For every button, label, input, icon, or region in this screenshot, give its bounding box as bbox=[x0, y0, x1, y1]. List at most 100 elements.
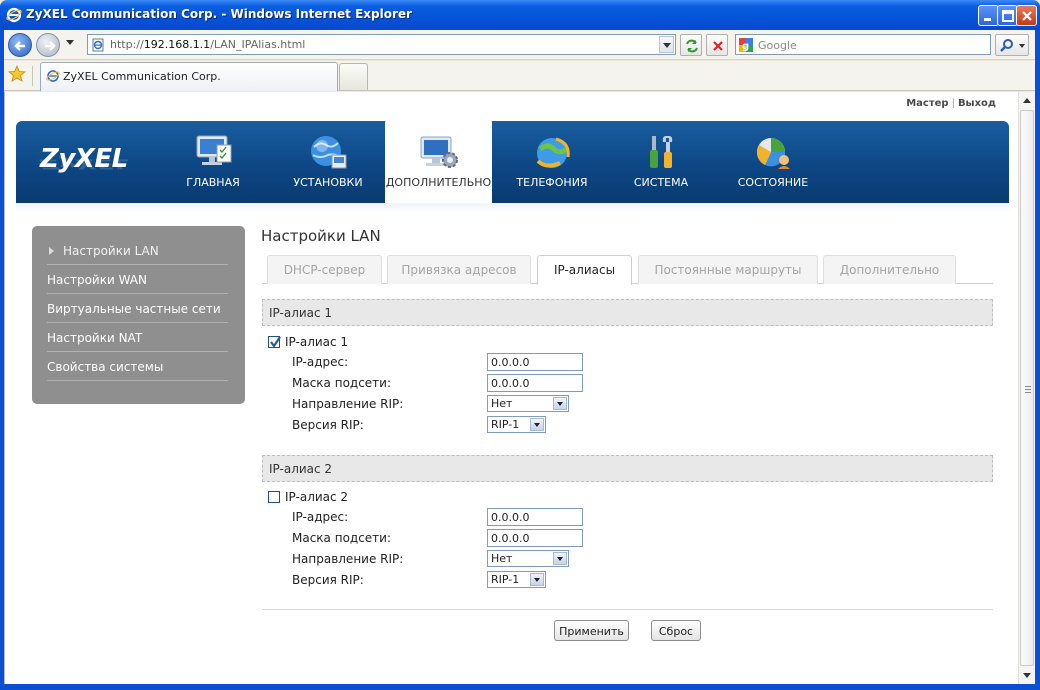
back-button[interactable] bbox=[8, 33, 32, 57]
sidebar-item-system[interactable]: Свойства системы bbox=[47, 352, 228, 381]
ip-alias-1-enable-label: IP-алиас 1 bbox=[285, 335, 349, 349]
sidebar-item-lan[interactable]: Настройки LAN bbox=[47, 236, 228, 265]
select-value: RIP-1 bbox=[491, 573, 520, 586]
nav-telephony[interactable]: ТЕЛЕФОНИЯ bbox=[511, 121, 593, 203]
browser-tab-title: ZyXEL Communication Corp. bbox=[63, 70, 221, 83]
sidebar-item-label: Настройки NAT bbox=[47, 331, 143, 345]
router-header: ZyXEL ZyXEL ГЛАВНАЯ УСТАНОВКИ ДОПОЛНИТЕЛ… bbox=[16, 117, 1009, 216]
page-icon bbox=[92, 38, 104, 52]
select-value: Нет bbox=[491, 552, 513, 565]
search-button[interactable] bbox=[995, 34, 1029, 56]
address-bar[interactable]: http://192.168.1.1/LAN_IPAlias.html bbox=[87, 34, 676, 55]
favorites-star-icon[interactable] bbox=[8, 65, 26, 83]
tab-static-routes[interactable]: Постоянные маршруты bbox=[638, 255, 818, 284]
nav-home[interactable]: ГЛАВНАЯ bbox=[177, 121, 249, 203]
chevron-down-icon bbox=[530, 418, 544, 431]
nav-advanced-label: ДОПОЛНИТЕЛЬНО bbox=[385, 176, 492, 189]
browser-navbar: http://192.168.1.1/LAN_IPAlias.html g Go… bbox=[0, 30, 1040, 60]
logout-link[interactable]: Выход bbox=[958, 98, 996, 109]
ip-alias-2-rip-version-select[interactable]: RIP-1 bbox=[487, 571, 546, 588]
refresh-button[interactable] bbox=[680, 34, 702, 56]
nav-system[interactable]: СИСТЕМА bbox=[628, 121, 694, 203]
ip-alias-2-enable-label: IP-алиас 2 bbox=[285, 490, 349, 504]
ie-logo-icon bbox=[6, 7, 22, 23]
section-title: IP-алиас 1 bbox=[269, 306, 333, 320]
ip-alias-1-rip-direction-select[interactable]: Нет bbox=[487, 395, 569, 412]
stop-button[interactable] bbox=[706, 34, 728, 56]
browser-tab[interactable]: ZyXEL Communication Corp. bbox=[40, 62, 338, 91]
zyxel-logo-reflection: ZyXEL bbox=[40, 156, 131, 171]
window-titlebar: ZyXEL Communication Corp. - Windows Inte… bbox=[0, 0, 1040, 30]
sidebar-item-wan[interactable]: Настройки WAN bbox=[47, 265, 228, 294]
ip-alias-2-mask-input[interactable] bbox=[487, 529, 583, 547]
forward-button[interactable] bbox=[36, 33, 60, 57]
sidebar-item-vpn[interactable]: Виртуальные частные сети bbox=[47, 294, 228, 323]
sidebar-item-label: Настройки WAN bbox=[47, 273, 147, 287]
window-frame-right bbox=[1035, 30, 1040, 684]
wizard-link[interactable]: Мастер bbox=[906, 98, 948, 109]
scroll-grip-icon bbox=[1025, 386, 1031, 393]
page-viewport: Мастер | Выход ZyXEL ZyXEL ГЛАВНАЯ УСТАН… bbox=[4, 92, 1018, 684]
rip-version-label: Версия RIP: bbox=[292, 418, 364, 432]
google-icon: g bbox=[739, 38, 753, 52]
sidebar-item-nat[interactable]: Настройки NAT bbox=[47, 323, 228, 352]
select-value: RIP-1 bbox=[491, 418, 520, 431]
pie-chart-icon bbox=[756, 138, 790, 169]
refresh-icon bbox=[686, 39, 698, 53]
form-divider bbox=[262, 609, 993, 610]
nav-status-label: СОСТОЯНИЕ bbox=[737, 176, 809, 189]
maximize-button[interactable] bbox=[997, 5, 1018, 26]
sidebar-item-label: Виртуальные частные сети bbox=[47, 302, 221, 316]
window-frame-bottom bbox=[0, 684, 1040, 690]
search-placeholder: Google bbox=[758, 39, 797, 52]
tab-address-binding[interactable]: Привязка адресов bbox=[387, 255, 531, 284]
minimize-icon bbox=[984, 18, 991, 21]
maximize-icon bbox=[1002, 10, 1014, 22]
search-options-dropdown-icon[interactable] bbox=[1019, 44, 1025, 48]
nav-telephony-label: ТЕЛЕФОНИЯ bbox=[516, 176, 588, 189]
ip-alias-1-section: IP-алиас 1 bbox=[262, 299, 993, 326]
history-dropdown-icon[interactable] bbox=[66, 40, 74, 45]
close-icon bbox=[1022, 11, 1032, 21]
minimize-button[interactable] bbox=[978, 5, 999, 26]
subnet-mask-label: Маска подсети: bbox=[292, 531, 392, 545]
browser-tabbar: ZyXEL Communication Corp. bbox=[0, 61, 1040, 91]
monitor-icon bbox=[196, 135, 232, 165]
close-button[interactable] bbox=[1016, 5, 1037, 26]
top-links-separator: | bbox=[951, 98, 955, 109]
window-title: ZyXEL Communication Corp. - Windows Inte… bbox=[26, 7, 412, 21]
rip-version-label: Версия RIP: bbox=[292, 573, 364, 587]
apply-button[interactable]: Применить bbox=[554, 620, 629, 641]
ip-alias-2-rip-direction-select[interactable]: Нет bbox=[487, 550, 569, 567]
reset-button[interactable]: Сброс bbox=[651, 620, 701, 641]
page-title: Настройки LAN bbox=[261, 227, 381, 245]
scroll-up-icon[interactable] bbox=[1023, 98, 1031, 103]
tab-dhcp-server[interactable]: DHCP-сервер bbox=[267, 255, 382, 284]
settings-tabs: DHCP-сервер Привязка адресов IP-алиасы П… bbox=[262, 255, 993, 285]
nav-status[interactable]: СОСТОЯНИЕ bbox=[731, 121, 815, 203]
tab-ip-aliases[interactable]: IP-алиасы bbox=[537, 255, 632, 285]
ip-alias-1-ip-input[interactable] bbox=[487, 353, 583, 371]
ip-alias-2-ip-input[interactable] bbox=[487, 508, 583, 526]
new-tab-button[interactable] bbox=[339, 63, 368, 90]
vertical-scrollbar[interactable] bbox=[1018, 92, 1035, 684]
search-input[interactable]: g Google bbox=[735, 34, 991, 55]
sidebar-active-arrow-icon bbox=[49, 247, 54, 255]
nav-setup[interactable]: УСТАНОВКИ bbox=[288, 121, 368, 203]
ip-alias-2-checkbox[interactable] bbox=[268, 491, 280, 503]
chevron-down-icon bbox=[553, 397, 567, 410]
stop-icon bbox=[713, 41, 723, 51]
svg-text:g: g bbox=[742, 41, 749, 52]
ip-alias-1-mask-input[interactable] bbox=[487, 374, 583, 392]
address-dropdown-icon[interactable] bbox=[659, 36, 674, 53]
scrollbar-thumb[interactable] bbox=[1020, 110, 1034, 666]
sidebar-item-label: Свойства системы bbox=[47, 360, 164, 374]
nav-advanced[interactable]: ДОПОЛНИТЕЛЬНО bbox=[385, 117, 492, 216]
scroll-down-icon[interactable] bbox=[1023, 673, 1031, 678]
ip-alias-1-rip-version-select[interactable]: RIP-1 bbox=[487, 416, 546, 433]
tab-page-icon bbox=[46, 70, 60, 82]
tab-advanced[interactable]: Дополнительно bbox=[823, 255, 956, 284]
sidebar: Настройки LAN Настройки WAN Виртуальные … bbox=[32, 226, 245, 404]
ip-alias-1-checkbox[interactable] bbox=[268, 336, 281, 348]
nav-setup-label: УСТАНОВКИ bbox=[293, 176, 363, 189]
